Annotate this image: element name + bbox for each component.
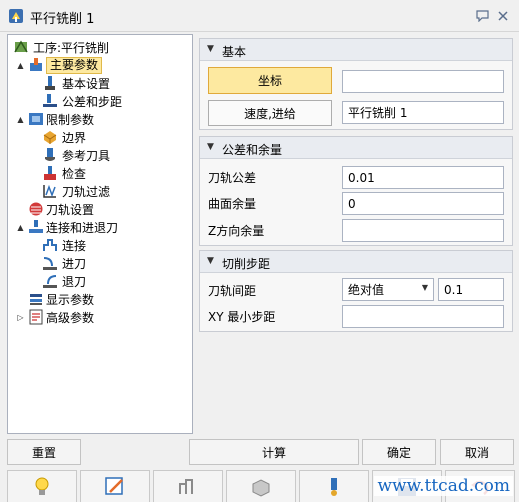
toolpath-icon[interactable] [153, 470, 223, 502]
tree-item-toolpath-settings[interactable]: 刀轨设置 [8, 200, 194, 218]
xy-min-step-label: XY 最小步距 [208, 310, 276, 324]
coordinate-button[interactable]: 坐标 [208, 67, 332, 94]
tree-item-basic-settings[interactable]: 基本设置 [8, 74, 194, 92]
cancel-button[interactable]: 取消 [440, 439, 514, 465]
tree-item-link-leadin[interactable]: ▲ 连接和进退刀 [8, 218, 194, 236]
tree-item-tolerance[interactable]: 公差和步距 [8, 92, 194, 110]
group-basic: ▼ 基本 坐标 速度,进给 平行铣削 1 [199, 38, 513, 130]
tree-item-advanced-params[interactable]: ▷ 高级参数 [8, 308, 194, 326]
boundary-icon [43, 131, 57, 144]
tree-item-link[interactable]: 连接 [8, 236, 194, 254]
group-tolerance-stock: ▼ 公差和余量 刀轨公差 0.01 曲面余量 0 Z方向余量 [199, 136, 513, 246]
collapse-icon[interactable]: ▲ [16, 61, 25, 70]
compute-button[interactable]: 计算 [189, 439, 359, 465]
toolpath-settings-icon [29, 202, 43, 216]
tree-item-main-params[interactable]: ▲ 主要参数 [8, 56, 194, 74]
tree-item-boundary[interactable]: 边界 [8, 128, 194, 146]
close-icon[interactable] [495, 8, 511, 24]
lightbulb-icon[interactable] [7, 470, 77, 502]
action-bar: 重置 计算 确定 取消 [0, 436, 519, 466]
xy-min-step-input[interactable] [342, 305, 504, 328]
group-basic-header[interactable]: ▼ 基本 [200, 39, 512, 61]
tree-item-limit-params[interactable]: ▲ 限制参数 [8, 110, 194, 128]
limit-params-icon [29, 113, 43, 125]
collapse-arrow-icon: ▼ [207, 142, 214, 152]
group-stepover-header[interactable]: ▼ 切削步距 [200, 251, 512, 273]
tree-item-operation[interactable]: 工序:平行铣削 [8, 38, 194, 56]
parameter-tree: 工序:平行铣削 ▲ 主要参数 基本设置 公差和步距 ▲ 限制参数 边界 参考刀具… [7, 34, 193, 434]
main-params-icon [30, 58, 42, 71]
tree-item-lead-out[interactable]: 退刀 [8, 272, 194, 290]
group-tolerance-header[interactable]: ▼ 公差和余量 [200, 137, 512, 159]
operation-icon [14, 40, 28, 53]
edit-icon[interactable] [80, 470, 150, 502]
feed-speed-button[interactable]: 速度,进给 [208, 100, 332, 126]
tree-item-lead-in[interactable]: 进刀 [8, 254, 194, 272]
link-leadin-icon [29, 220, 43, 233]
toolpath-filter-icon [43, 184, 56, 198]
link-icon [43, 239, 57, 251]
check-icon [44, 166, 56, 180]
title-bar: 平行铣削 1 [0, 0, 519, 32]
surface-stock-input[interactable]: 0 [342, 192, 504, 215]
expand-icon[interactable]: ▷ [16, 313, 25, 322]
path-tolerance-input[interactable]: 0.01 [342, 166, 504, 189]
collapse-icon[interactable]: ▲ [16, 223, 25, 232]
basic-settings-icon [45, 76, 55, 90]
display-params-icon [30, 294, 42, 305]
collapse-arrow-icon: ▼ [207, 44, 214, 54]
dropdown-arrow-icon: ▼ [421, 283, 428, 292]
collapse-arrow-icon: ▼ [207, 256, 214, 266]
z-stock-input[interactable] [342, 219, 504, 242]
feed-speed-field[interactable]: 平行铣削 1 [342, 101, 504, 124]
watermark: www.ttcad.com [374, 476, 513, 496]
simulate-icon[interactable] [226, 470, 296, 502]
spacing-value-input[interactable]: 0.1 [438, 278, 504, 301]
surface-stock-label: 曲面余量 [208, 197, 257, 211]
reference-tool-icon [45, 148, 55, 161]
coordinate-field[interactable] [342, 70, 504, 93]
tool-path-view-icon[interactable] [299, 470, 369, 502]
comment-icon[interactable] [474, 8, 490, 24]
reset-button[interactable]: 重置 [7, 439, 81, 465]
collapse-icon[interactable]: ▲ [16, 115, 25, 124]
tree-item-display-params[interactable]: 显示参数 [8, 290, 194, 308]
lead-in-icon [43, 257, 57, 270]
group-stepover: ▼ 切削步距 刀轨间距 绝对值 ▼ 0.1 XY 最小步距 [199, 250, 513, 332]
app-icon [9, 9, 23, 23]
path-spacing-label: 刀轨间距 [208, 284, 257, 298]
tolerance-icon [43, 94, 57, 107]
tree-item-reference-tool[interactable]: 参考刀具 [8, 146, 194, 164]
tree-item-check[interactable]: 检查 [8, 164, 194, 182]
advanced-params-icon [29, 309, 43, 325]
spacing-mode-select[interactable]: 绝对值 ▼ [342, 278, 434, 301]
path-tolerance-label: 刀轨公差 [208, 171, 257, 185]
lead-out-icon [43, 275, 57, 288]
z-stock-label: Z方向余量 [208, 224, 265, 238]
window-title: 平行铣削 1 [30, 12, 95, 27]
tree-item-toolpath-filter[interactable]: 刀轨过滤 [8, 182, 194, 200]
ok-button[interactable]: 确定 [362, 439, 436, 465]
